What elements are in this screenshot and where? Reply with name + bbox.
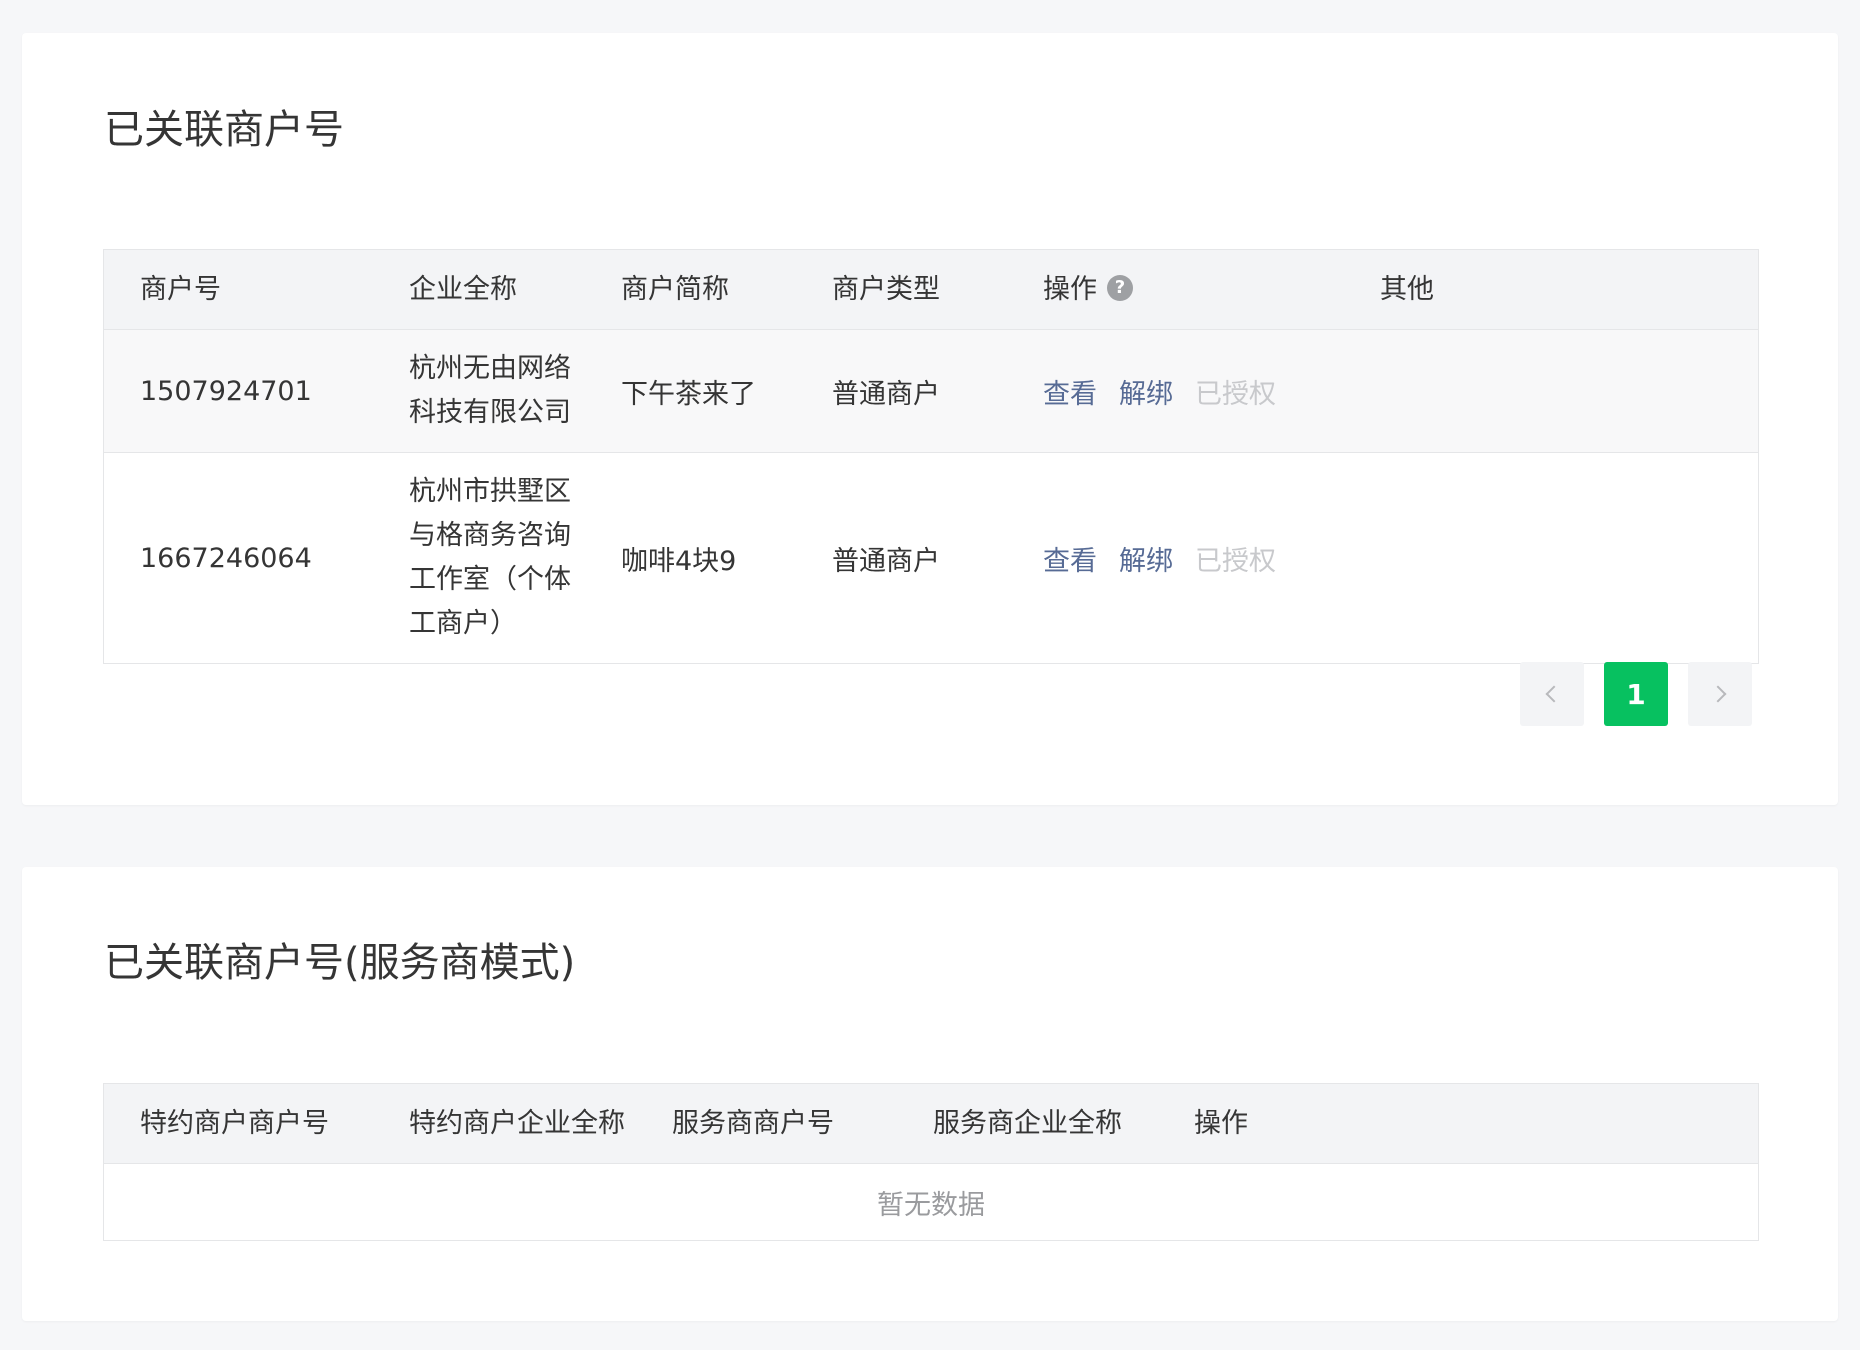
question-circle-icon[interactable]: ? [1107,274,1133,301]
page-button-current[interactable]: 1 [1604,662,1668,726]
linked-merchants-title: 已关联商户号 [104,107,344,153]
cell-merchant-id: 1507924701 [140,375,312,407]
col-special-company-name: 特约商户企业全称 [409,1108,625,1139]
next-page-button[interactable] [1688,662,1752,726]
cell-actions: 查看 解绑 已授权 [1043,453,1298,663]
col-actions: 操作? [1043,250,1133,329]
col-short-name: 商户简称 [621,274,729,305]
cell-company-name: 杭州无由网络科技有限公司 [409,330,581,452]
unbind-link[interactable]: 解绑 [1119,539,1173,578]
table-row: 1667246064 杭州市拱墅区与格商务咨询工作室（个体工商户） 咖啡4块9 … [104,453,1758,663]
pagination: 1 [1520,662,1752,726]
col-other: 其他 [1380,274,1434,305]
empty-state: 暂无数据 [877,1189,985,1221]
service-mode-card: 已关联商户号(服务商模式) 特约商户商户号 特约商户企业全称 服务商商户号 服务… [22,867,1838,1321]
cell-merchant-type: 普通商户 [832,378,940,410]
authorized-link-disabled: 已授权 [1195,545,1276,577]
cell-short-name: 下午茶来了 [621,378,756,410]
unbind-link[interactable]: 解绑 [1119,372,1173,411]
col-special-merchant-id: 特约商户商户号 [140,1108,329,1139]
linked-merchants-table: 商户号 企业全称 商户简称 商户类型 操作? 其他 1507924701 杭州无… [103,249,1759,664]
table-header: 特约商户商户号 特约商户企业全称 服务商商户号 服务商企业全称 操作 [104,1084,1758,1164]
cell-short-name: 咖啡4块9 [621,545,737,577]
service-mode-table: 特约商户商户号 特约商户企业全称 服务商商户号 服务商企业全称 操作 暂无数据 [103,1083,1759,1241]
view-link[interactable]: 查看 [1043,372,1097,411]
prev-page-button[interactable] [1520,662,1584,726]
col-company-name: 企业全称 [409,274,517,305]
authorized-link-disabled: 已授权 [1195,378,1276,410]
cell-company-name: 杭州市拱墅区与格商务咨询工作室（个体工商户） [409,453,581,663]
cell-merchant-type: 普通商户 [832,545,940,577]
table-header: 商户号 企业全称 商户简称 商户类型 操作? 其他 [104,250,1758,330]
col-merchant-type: 商户类型 [832,274,940,305]
view-link[interactable]: 查看 [1043,539,1097,578]
service-mode-title: 已关联商户号(服务商模式) [104,940,576,986]
col-actions: 操作 [1194,1108,1248,1139]
company-name-text: 杭州无由网络科技有限公司 [409,353,571,428]
cell-actions: 查看 解绑 已授权 [1043,330,1298,452]
col-merchant-id: 商户号 [140,274,221,305]
chevron-left-icon [1545,685,1563,703]
company-name-text: 杭州市拱墅区与格商务咨询工作室（个体工商户） [409,476,571,639]
col-provider-merchant-id: 服务商商户号 [672,1108,834,1139]
table-row: 1507924701 杭州无由网络科技有限公司 下午茶来了 普通商户 查看 解绑… [104,330,1758,453]
col-actions-label: 操作 [1043,274,1097,305]
cell-merchant-id: 1667246064 [140,542,312,574]
chevron-right-icon [1709,685,1727,703]
linked-merchants-card: 已关联商户号 商户号 企业全称 商户简称 商户类型 操作? 其他 1507924… [22,33,1838,805]
col-provider-company-name: 服务商企业全称 [933,1108,1122,1139]
